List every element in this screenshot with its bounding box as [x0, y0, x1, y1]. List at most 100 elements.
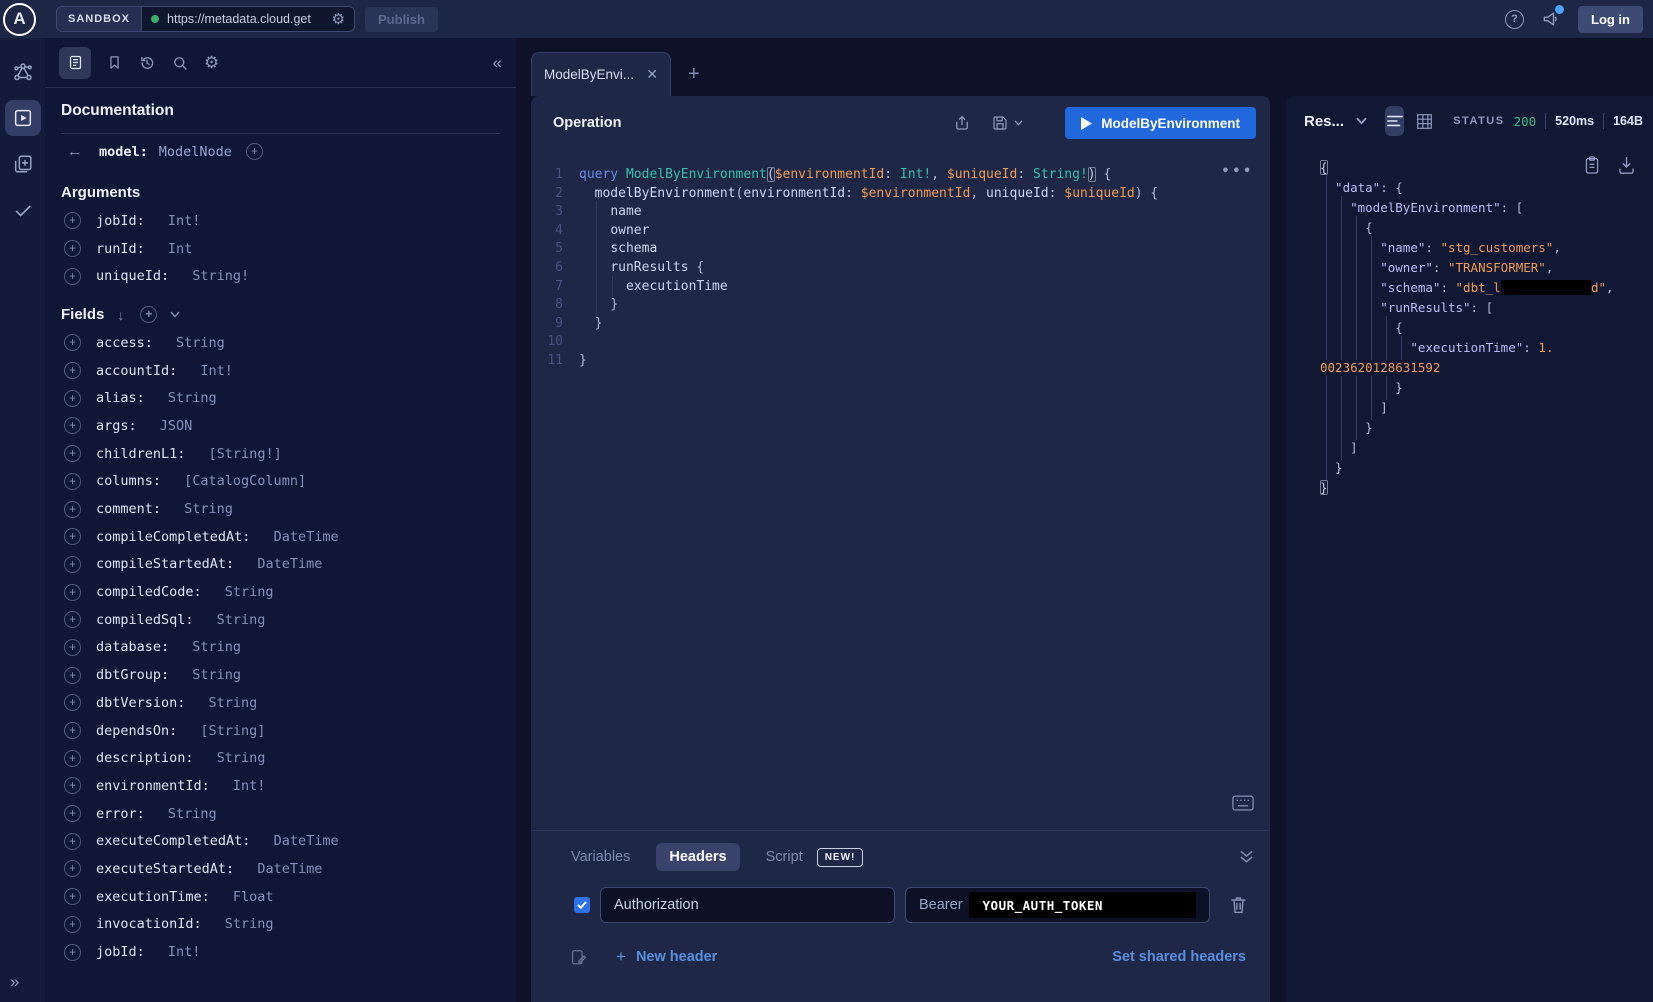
set-shared-headers-link[interactable]: Set shared headers [1112, 949, 1246, 965]
field-type[interactable]: String! [192, 268, 249, 284]
operation-tab[interactable]: ModelByEnvi... ✕ [531, 52, 671, 96]
field-type[interactable]: String [217, 750, 266, 766]
add-to-operation-button[interactable]: + [64, 556, 81, 573]
add-to-operation-button[interactable]: + [64, 501, 81, 518]
field-type[interactable]: DateTime [274, 833, 339, 849]
add-to-operation-button[interactable]: + [64, 611, 81, 628]
add-to-operation-button[interactable]: + [64, 584, 81, 601]
field-type[interactable]: [String!] [209, 446, 282, 462]
field-type[interactable]: String [225, 916, 274, 932]
field-type[interactable]: [String] [200, 723, 265, 739]
add-to-operation-button[interactable]: + [64, 528, 81, 545]
header-value-input[interactable]: Bearer YOUR_AUTH_TOKEN [905, 887, 1210, 923]
add-to-operation-button[interactable]: + [64, 944, 81, 961]
field-type[interactable]: String [209, 695, 258, 711]
help-icon[interactable]: ? [1505, 10, 1524, 29]
copy-response-icon[interactable] [1584, 156, 1600, 174]
save-operation-button[interactable] [991, 114, 1023, 132]
add-to-operation-button[interactable]: + [64, 694, 81, 711]
add-to-operation-button[interactable]: + [64, 860, 81, 877]
add-to-operation-button[interactable]: + [64, 240, 81, 257]
field-type[interactable]: String [192, 667, 241, 683]
add-to-operation-button[interactable]: + [64, 473, 81, 490]
field-type[interactable]: String [168, 806, 217, 822]
add-all-fields-button[interactable]: + [140, 306, 157, 323]
field-type[interactable]: String [168, 390, 217, 406]
collapse-docs-icon[interactable]: « [493, 53, 502, 73]
add-to-operation-button[interactable]: + [64, 212, 81, 229]
field-type[interactable]: Int! [233, 778, 266, 794]
raw-view-icon[interactable] [1385, 106, 1404, 136]
add-to-operation-button[interactable]: + [64, 667, 81, 684]
header-enabled-checkbox[interactable] [574, 897, 590, 913]
field-type[interactable]: [CatalogColumn] [184, 473, 306, 489]
field-type[interactable]: String [225, 584, 274, 600]
history-icon[interactable] [138, 54, 156, 72]
add-to-operation-button[interactable]: + [64, 417, 81, 434]
graphql-editor[interactable]: 1query ModelByEnvironment($environmentId… [531, 150, 1270, 830]
endpoint-settings-icon[interactable]: ⚙ [332, 10, 345, 28]
new-header-button[interactable]: + New header [616, 947, 717, 967]
search-icon[interactable] [171, 54, 189, 72]
field-type[interactable]: String [176, 335, 225, 351]
sort-fields-icon[interactable]: ↓ [117, 307, 124, 323]
response-menu-chevron-icon[interactable] [1356, 117, 1367, 125]
table-view-icon[interactable] [1416, 113, 1433, 130]
add-to-operation-button[interactable]: + [64, 390, 81, 407]
docs-settings-icon[interactable]: ⚙ [204, 53, 219, 73]
add-to-operation-button[interactable]: + [64, 805, 81, 822]
login-button[interactable]: Log in [1578, 6, 1643, 33]
run-operation-button[interactable]: ModelByEnvironment [1065, 107, 1256, 139]
response-body[interactable]: {"data": {"modelByEnvironment": [{"name"… [1286, 146, 1653, 498]
download-response-icon[interactable] [1618, 156, 1635, 174]
add-to-operation-button[interactable]: + [64, 362, 81, 379]
field-type[interactable]: String [217, 612, 266, 628]
tab-script[interactable]: Script [766, 849, 803, 865]
operation-collections-icon[interactable] [5, 146, 41, 182]
schema-graph-icon[interactable] [5, 54, 41, 90]
field-type[interactable]: DateTime [257, 861, 322, 877]
add-to-operation-button[interactable]: + [64, 334, 81, 351]
documentation-tab-icon[interactable] [59, 47, 91, 79]
delete-header-icon[interactable] [1230, 896, 1247, 914]
add-to-operation-button[interactable]: + [64, 268, 81, 285]
field-type[interactable]: String [192, 639, 241, 655]
publish-button[interactable]: Publish [365, 7, 438, 32]
tab-headers[interactable]: Headers [656, 843, 739, 871]
field-type[interactable]: String [184, 501, 233, 517]
field-type[interactable]: Float [233, 889, 274, 905]
editor-overflow-menu-icon[interactable]: ••• [1222, 164, 1254, 179]
add-model-field-button[interactable]: + [246, 143, 263, 160]
checklist-icon[interactable] [5, 192, 41, 228]
bookmarks-icon[interactable] [106, 54, 123, 71]
add-to-operation-button[interactable]: + [64, 833, 81, 850]
fields-menu-chevron-icon[interactable] [170, 311, 180, 318]
announcements-icon[interactable] [1541, 9, 1561, 29]
breadcrumb-type[interactable]: ModelNode [159, 144, 232, 160]
field-type[interactable]: Int! [168, 944, 201, 960]
add-to-operation-button[interactable]: + [64, 777, 81, 794]
add-to-operation-button[interactable]: + [64, 445, 81, 462]
collapse-panel-icon[interactable] [1239, 850, 1254, 864]
tab-variables[interactable]: Variables [571, 849, 630, 865]
field-type[interactable]: DateTime [257, 556, 322, 572]
add-to-operation-button[interactable]: + [64, 722, 81, 739]
field-type[interactable]: Int! [200, 363, 233, 379]
field-type[interactable]: Int [168, 241, 192, 257]
field-type[interactable]: DateTime [274, 529, 339, 545]
add-to-operation-button[interactable]: + [64, 639, 81, 656]
expand-rail-icon[interactable]: » [10, 972, 19, 992]
new-tab-button[interactable]: + [688, 63, 700, 86]
add-to-operation-button[interactable]: + [64, 888, 81, 905]
edit-headers-as-text-icon[interactable] [569, 948, 588, 967]
add-to-operation-button[interactable]: + [64, 750, 81, 767]
explorer-icon[interactable] [5, 100, 41, 136]
close-tab-icon[interactable]: ✕ [646, 66, 658, 83]
field-type[interactable]: Int! [168, 213, 201, 229]
field-type[interactable]: JSON [160, 418, 193, 434]
keyboard-shortcuts-icon[interactable] [1232, 795, 1254, 812]
share-operation-icon[interactable] [953, 114, 971, 132]
endpoint-url-input[interactable]: https://metadata.cloud.get ⚙ [142, 7, 354, 31]
add-to-operation-button[interactable]: + [64, 916, 81, 933]
header-key-input[interactable]: Authorization [600, 887, 895, 923]
